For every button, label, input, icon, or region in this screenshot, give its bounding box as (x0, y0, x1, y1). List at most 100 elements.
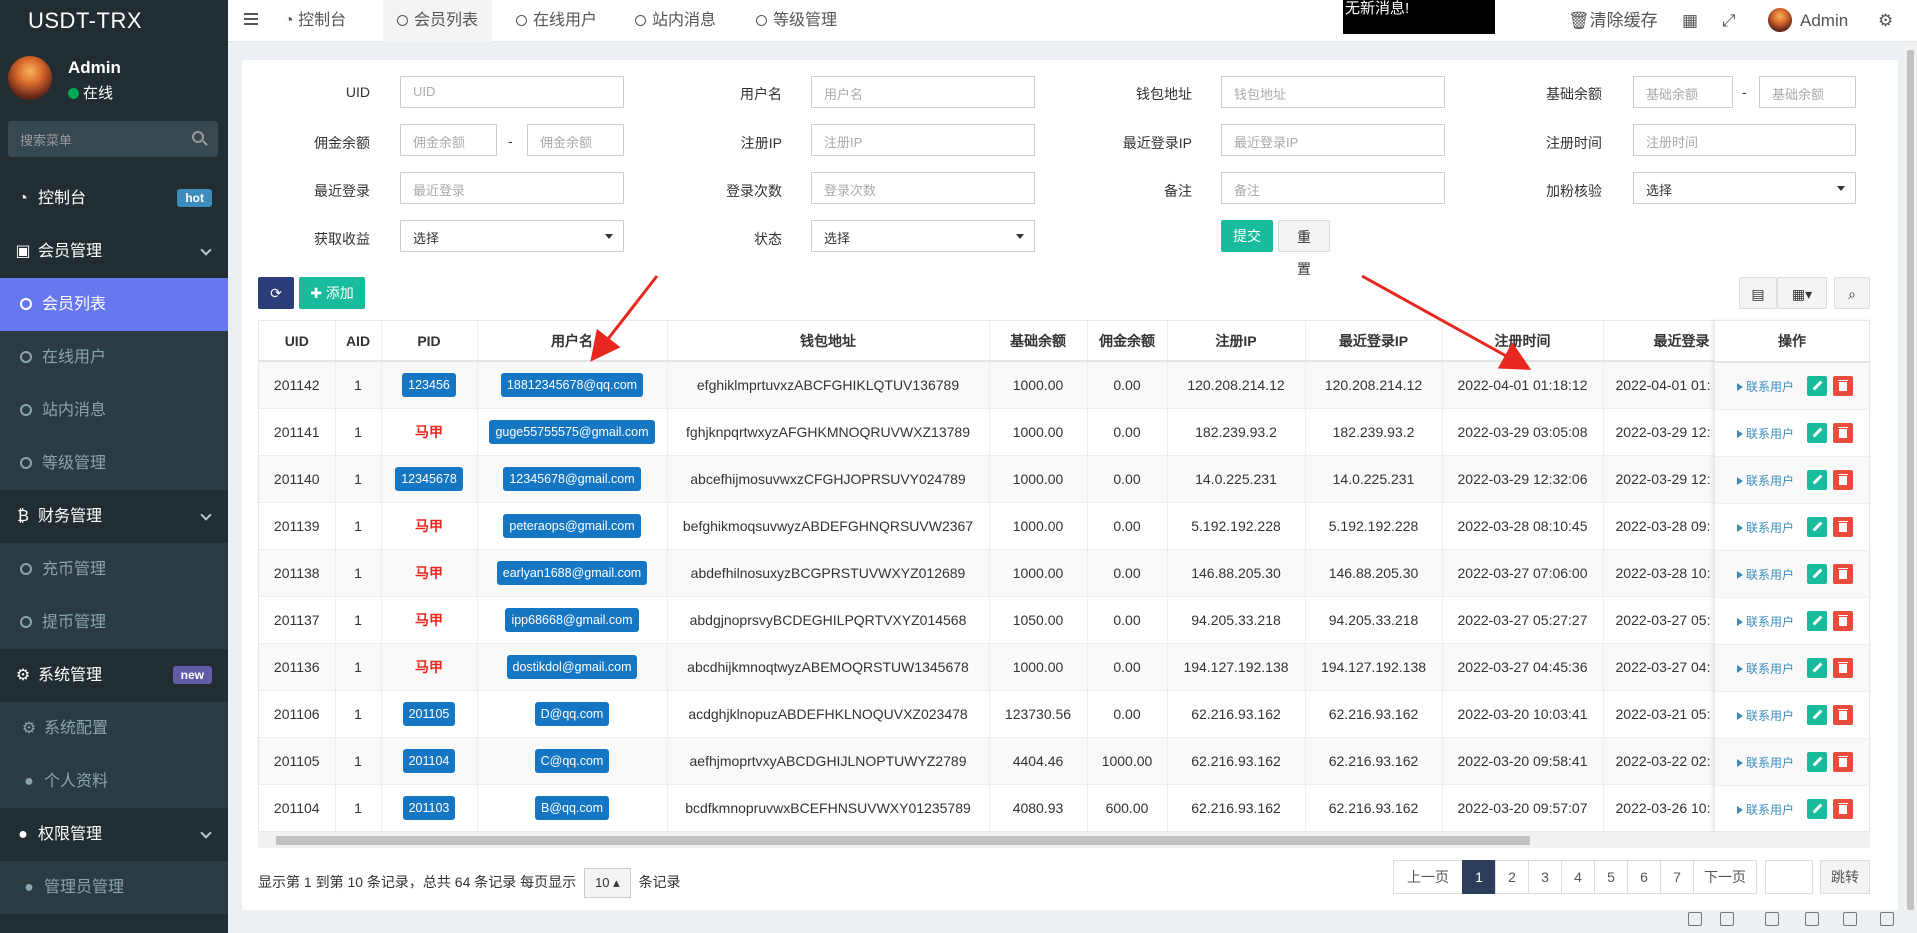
edit-button[interactable] (1807, 564, 1827, 584)
menu-toggle-icon[interactable] (244, 13, 258, 25)
edit-button[interactable] (1807, 705, 1827, 725)
pid-label[interactable]: 马甲 (415, 659, 443, 675)
edit-button[interactable] (1807, 658, 1827, 678)
contact-user-link[interactable]: 联系用户 (1737, 754, 1794, 771)
page-7-button[interactable]: 7 (1660, 860, 1694, 894)
tray-icon[interactable] (1720, 912, 1734, 926)
base-balance-max-input[interactable]: 基础余额 (1759, 76, 1856, 108)
scrollbar-thumb[interactable] (276, 836, 1530, 845)
delete-button[interactable] (1833, 799, 1853, 819)
submit-button[interactable]: 提交 (1221, 220, 1273, 252)
menu-search-input[interactable]: 搜索菜单 (8, 121, 218, 157)
pid-pill[interactable]: 12345678 (395, 466, 463, 491)
sidebar-item-dashboard[interactable]: ◔ 控制台 hot (0, 172, 228, 225)
earnings-select[interactable]: 选择 (400, 220, 624, 252)
pid-label[interactable]: 马甲 (415, 612, 443, 628)
sidebar-item-permissions[interactable]: ● 权限管理 (0, 808, 228, 861)
edit-button[interactable] (1807, 470, 1827, 490)
delete-button[interactable] (1833, 376, 1853, 396)
tab-dashboard[interactable]: ◔ 控制台 (270, 0, 360, 42)
username-pill[interactable]: B@qq.com (534, 795, 610, 820)
sidebar-item-messages[interactable]: 站内消息 (0, 384, 228, 437)
sidebar-item-deposits[interactable]: 充币管理 (0, 543, 228, 596)
page-size-select[interactable]: 10 ▴ (584, 868, 631, 898)
username-pill[interactable]: C@qq.com (534, 748, 610, 773)
settings-icon[interactable]: ⚙ (1878, 0, 1893, 42)
username-pill[interactable]: 18812345678@qq.com (500, 372, 644, 397)
last-ip-input[interactable]: 最近登录IP (1221, 124, 1445, 156)
sidebar-item-profile[interactable]: ● 个人资料 (0, 755, 228, 808)
pid-label[interactable]: 马甲 (415, 518, 443, 534)
tab-levels[interactable]: 等级管理 (742, 0, 851, 42)
commission-max-input[interactable]: 佣金余额 (527, 124, 624, 156)
edit-button[interactable] (1807, 376, 1827, 396)
pid-pill[interactable]: 201104 (402, 748, 456, 773)
username-pill[interactable]: ipp68668@gmail.com (505, 607, 639, 632)
sidebar-item-system-config[interactable]: ⚙ 系统配置 (0, 702, 228, 755)
tray-icon[interactable] (1805, 912, 1819, 926)
col-last-ip[interactable]: 最近登录IP (1305, 321, 1443, 362)
next-page-button[interactable]: 下一页 (1693, 860, 1757, 894)
username-pill[interactable]: D@qq.com (534, 701, 610, 726)
contact-user-link[interactable]: 联系用户 (1737, 801, 1794, 818)
col-wallet[interactable]: 钱包地址 (667, 321, 990, 362)
sidebar-item-withdrawals[interactable]: 提币管理 (0, 596, 228, 649)
remark-input[interactable]: 备注 (1221, 172, 1445, 204)
app-logo[interactable]: USDT-TRX (0, 0, 228, 42)
contact-user-link[interactable]: 联系用户 (1737, 519, 1794, 536)
page-4-button[interactable]: 4 (1561, 860, 1595, 894)
edit-button[interactable] (1807, 752, 1827, 772)
delete-button[interactable] (1833, 470, 1853, 490)
last-login-input[interactable]: 最近登录 (400, 172, 624, 204)
clear-cache-button[interactable]: 🗑清除缓存 (1568, 0, 1658, 42)
username-pill[interactable]: dostikdol@gmail.com (506, 654, 638, 679)
prev-page-button[interactable]: 上一页 (1393, 860, 1463, 894)
reg-ip-input[interactable]: 注册IP (811, 124, 1035, 156)
contact-user-link[interactable]: 联系用户 (1737, 472, 1794, 489)
tray-icon[interactable] (1765, 912, 1779, 926)
delete-button[interactable] (1833, 705, 1853, 725)
tab-member-list[interactable]: 会员列表 (383, 0, 493, 42)
fullscreen-icon[interactable]: ⤢ (1722, 0, 1736, 42)
add-button[interactable]: ✚ 添加 (299, 277, 365, 309)
refresh-button[interactable]: ⟳ (258, 277, 294, 309)
admin-menu[interactable]: Admin (1768, 0, 1848, 42)
col-username[interactable]: 用户名 (477, 321, 668, 362)
wallet-input[interactable]: 钱包地址 (1221, 76, 1445, 108)
col-reg-time[interactable]: 注册时间 (1442, 321, 1604, 362)
tray-icon[interactable] (1688, 912, 1702, 926)
login-count-input[interactable]: 登录次数 (811, 172, 1035, 204)
horizontal-scrollbar[interactable] (258, 832, 1870, 848)
translate-icon[interactable]: ▦ (1682, 0, 1698, 42)
page-2-button[interactable]: 2 (1495, 860, 1529, 894)
edit-button[interactable] (1807, 611, 1827, 631)
pid-pill[interactable]: 201105 (402, 701, 456, 726)
search-icon[interactable] (192, 131, 204, 143)
sidebar-item-member-list[interactable]: 会员列表 (0, 278, 228, 331)
pid-pill[interactable]: 123456 (402, 372, 456, 397)
col-uid[interactable]: UID (259, 321, 336, 362)
username-input[interactable]: 用户名 (811, 76, 1035, 108)
delete-button[interactable] (1833, 423, 1853, 443)
jump-button[interactable]: 跳转 (1820, 860, 1870, 894)
sidebar-item-online-users[interactable]: 在线用户 (0, 331, 228, 384)
username-pill[interactable]: earlyan1688@gmail.com (496, 560, 648, 585)
contact-user-link[interactable]: 联系用户 (1737, 566, 1794, 583)
scrollbar-thumb[interactable] (1907, 50, 1914, 910)
contact-user-link[interactable]: 联系用户 (1737, 425, 1794, 442)
delete-button[interactable] (1833, 517, 1853, 537)
toggle-view-button[interactable]: ▤ (1739, 277, 1777, 309)
username-pill[interactable]: peteraops@gmail.com (503, 513, 641, 538)
status-select[interactable]: 选择 (811, 220, 1035, 252)
col-reg-ip[interactable]: 注册IP (1167, 321, 1306, 362)
col-commission[interactable]: 佣金余额 (1087, 321, 1168, 362)
contact-user-link[interactable]: 联系用户 (1737, 378, 1794, 395)
columns-button[interactable]: ▦▾ (1777, 277, 1827, 309)
pid-label[interactable]: 马甲 (415, 424, 443, 440)
delete-button[interactable] (1833, 611, 1853, 631)
contact-user-link[interactable]: 联系用户 (1737, 660, 1794, 677)
sidebar-item-member-management[interactable]: ▣ 会员管理 (0, 225, 228, 278)
delete-button[interactable] (1833, 658, 1853, 678)
edit-button[interactable] (1807, 423, 1827, 443)
base-balance-min-input[interactable]: 基础余额 (1633, 76, 1733, 108)
